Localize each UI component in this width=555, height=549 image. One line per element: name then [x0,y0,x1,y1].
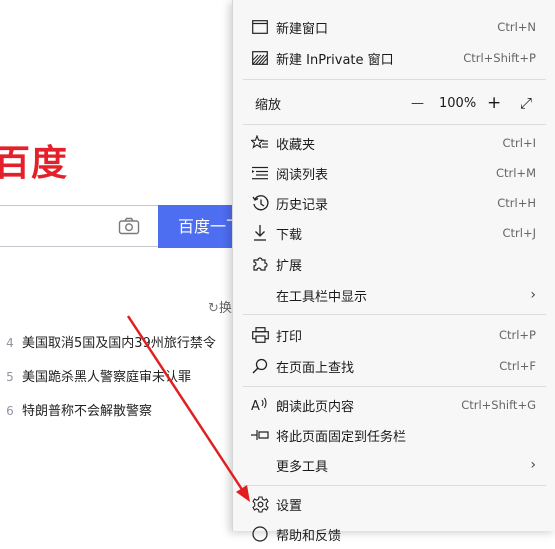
menu-label: 下载 [276,227,303,243]
menu-favorites[interactable]: 收藏夹 Ctrl+I [233,128,555,158]
menu-divider [243,314,546,315]
menu-shortcut: Ctrl+I [502,136,537,150]
menu-read-aloud[interactable]: A 朗读此页内容 Ctrl+Shift+G [233,390,555,420]
refresh-label: 换 [218,301,232,316]
printer-icon [250,325,270,345]
menu-pin-to-taskbar[interactable]: 将此页面固定到任务栏 [233,420,555,450]
menu-label: 帮助和反馈 [276,528,342,544]
menu-help-feedback[interactable]: 帮助和反馈 [233,519,555,549]
menu-find-on-page[interactable]: 在页面上查找 Ctrl+F [233,351,555,381]
menu-downloads[interactable]: 下载 Ctrl+J [233,218,555,248]
help-icon [250,524,270,544]
history-icon [250,193,270,213]
menu-label: 收藏夹 [276,137,316,153]
menu-shortcut: Ctrl+N [497,20,536,34]
zoom-in-button[interactable]: + [487,93,501,113]
menu-label: 设置 [276,498,303,514]
menu-label: 扩展 [276,258,303,274]
menu-new-inprivate[interactable]: 新建 InPrivate 窗口 Ctrl+Shift+P [233,43,555,73]
menu-shortcut: Ctrl+Shift+P [463,51,536,65]
hot-rank: 5 [6,370,14,384]
svg-text:A: A [251,399,260,413]
menu-reading-list[interactable]: 阅读列表 Ctrl+M [233,158,555,188]
baidu-logo: 百度 [0,143,69,184]
menu-more-tools[interactable]: 更多工具 › [233,450,555,480]
gear-icon [250,494,270,514]
menu-label: 缩放 [255,97,282,113]
fullscreen-icon[interactable]: ⤢ [520,94,532,112]
hot-title: 美国取消5国及国内39州旅行禁令 [22,336,216,351]
chevron-right-icon: › [530,457,536,473]
menu-label: 打印 [276,329,303,345]
menu-new-window[interactable]: 新建窗口 Ctrl+N [233,12,555,42]
refresh-icon: ↻ [208,301,219,316]
menu-shortcut: Ctrl+H [497,196,536,210]
menu-label: 在页面上查找 [276,360,355,376]
hot-list-item[interactable]: 4 美国取消5国及国内39州旅行禁令 [0,332,216,354]
menu-divider [243,485,546,486]
reading-list-icon [250,163,270,183]
menu-label: 更多工具 [276,459,329,475]
window-icon [250,17,270,37]
menu-shortcut: Ctrl+Shift+G [461,398,536,412]
refresh-hot-list[interactable]: ↻换 [208,297,232,316]
menu-divider [243,124,546,125]
menu-shortcut: Ctrl+M [495,166,536,180]
read-aloud-icon: A [250,395,270,415]
menu-show-in-toolbar[interactable]: 在工具栏中显示 › [233,280,555,310]
menu-zoom: 缩放 — 100% + ⤢ [233,88,555,118]
menu-shortcut: Ctrl+P [498,328,536,342]
favorites-star-icon [250,133,270,153]
menu-settings[interactable]: 设置 [233,489,555,519]
menu-print[interactable]: 打印 Ctrl+P [233,320,555,350]
menu-label: 阅读列表 [276,167,329,183]
menu-divider [243,79,546,80]
inprivate-window-icon [250,48,270,68]
hot-rank: 4 [6,336,14,350]
hot-list-item[interactable]: 5 美国跪杀黑人警察庭审未认罪 [0,366,191,388]
menu-history[interactable]: 历史记录 Ctrl+H [233,188,555,218]
hot-title: 美国跪杀黑人警察庭审未认罪 [22,370,192,385]
hot-list-item[interactable]: 6 特朗普称不会解散警察 [0,400,152,422]
menu-label: 新建 InPrivate 窗口 [276,52,394,68]
menu-divider [243,386,546,387]
hot-rank: 6 [6,404,14,418]
camera-icon[interactable] [118,217,140,235]
menu-label: 新建窗口 [276,21,329,37]
menu-label: 将此页面固定到任务栏 [276,429,407,445]
search-icon [250,356,270,376]
menu-shortcut: Ctrl+J [502,226,537,240]
hot-title: 特朗普称不会解散警察 [22,404,153,419]
zoom-level: 100% [439,95,477,111]
chevron-right-icon: › [530,287,536,303]
menu-shortcut: Ctrl+F [499,359,536,373]
menu-extensions[interactable]: 扩展 [233,249,555,279]
browser-menu: 新建窗口 Ctrl+N 新建 InPrivate 窗口 Ctrl+Shift+P… [232,0,555,544]
puzzle-extension-icon [250,254,270,274]
pin-icon [250,425,270,445]
menu-label: 在工具栏中显示 [276,289,368,305]
menu-label: 朗读此页内容 [276,399,355,415]
menu-label: 历史记录 [276,197,329,213]
download-icon [250,223,270,243]
zoom-out-button[interactable]: — [411,96,424,111]
